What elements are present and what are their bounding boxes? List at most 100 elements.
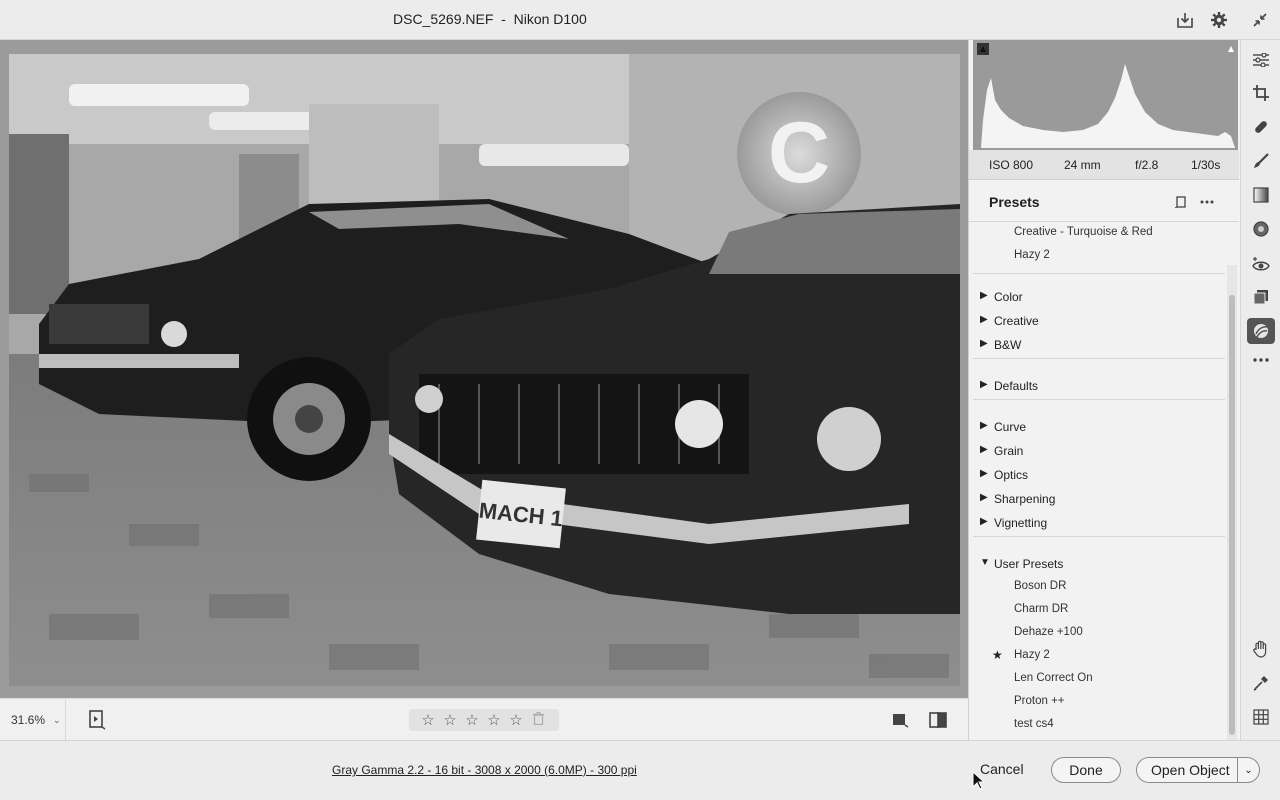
group-label: Grain <box>994 444 1024 458</box>
star-icon[interactable]: ☆ <box>441 711 459 729</box>
preset-group-curve[interactable]: ▶ Curve <box>969 419 1225 437</box>
group-label: Creative <box>994 314 1039 328</box>
preset-group-creative[interactable]: ▶ Creative <box>969 313 1225 331</box>
image-toolbar: 31.6% ⌄ ☆ ☆ ☆ ☆ ☆ <box>0 698 968 741</box>
preset-group-optics[interactable]: ▶ Optics <box>969 467 1225 485</box>
photo-c-badge: C <box>768 105 830 201</box>
open-object-button[interactable]: Open Object ⌄ <box>1136 757 1260 783</box>
expand-triangle-icon: ▶ <box>980 468 988 479</box>
user-preset-item[interactable]: Boson DR <box>1014 580 1066 592</box>
tool-strip <box>1240 40 1280 740</box>
snapshots-icon[interactable] <box>1251 287 1271 307</box>
window-title: DSC_5269.NEF - Nikon D100 <box>393 11 587 27</box>
edit-sliders-icon[interactable] <box>1251 50 1271 70</box>
collapse-triangle-icon: ▼ <box>980 557 990 568</box>
zoom-value: 31.6% <box>11 713 46 727</box>
group-label: Vignetting <box>994 516 1048 530</box>
group-label: User Presets <box>994 557 1064 571</box>
preset-group-color[interactable]: ▶ Color <box>969 289 1225 307</box>
shadow-clipping-icon[interactable] <box>977 42 989 55</box>
filmstrip-toggle-icon[interactable] <box>88 710 106 730</box>
zoom-dropdown[interactable]: 31.6% ⌄ <box>0 699 66 741</box>
highlight-clipping-icon[interactable] <box>1225 42 1237 55</box>
done-button[interactable]: Done <box>1051 757 1121 783</box>
hand-icon[interactable] <box>1251 639 1271 659</box>
group-label: B&W <box>994 338 1022 352</box>
expand-triangle-icon: ▶ <box>980 420 988 431</box>
expand-triangle-icon: ▶ <box>980 290 988 301</box>
presets-scrollbar[interactable] <box>1227 265 1237 740</box>
presets-list: Creative - Turquoise & Red Hazy 2 ▶ Colo… <box>969 223 1225 740</box>
grid-icon[interactable] <box>1251 707 1271 727</box>
radial-filter-icon[interactable] <box>1251 219 1271 239</box>
trash-icon[interactable] <box>533 712 544 728</box>
workflow-options-link[interactable]: Gray Gamma 2.2 - 16 bit - 3008 x 2000 (6… <box>332 763 637 777</box>
before-after-icon[interactable] <box>929 712 947 728</box>
group-label: Sharpening <box>994 492 1056 506</box>
preset-group-user-presets[interactable]: ▼ User Presets <box>969 556 1225 574</box>
histogram <box>973 40 1238 150</box>
red-eye-icon[interactable] <box>1251 254 1271 274</box>
star-icon[interactable]: ☆ <box>485 711 503 729</box>
linear-gradient-icon[interactable] <box>1251 185 1271 205</box>
preset-group-sharpening[interactable]: ▶ Sharpening <box>969 491 1225 509</box>
right-panel: ISO 800 24 mm f/2.8 1/30s Presets Creati… <box>968 40 1240 740</box>
photo-canvas[interactable]: C MACH 1 <box>9 54 960 686</box>
expand-triangle-icon: ▶ <box>980 444 988 455</box>
user-preset-item[interactable]: Hazy 2 <box>1014 649 1050 661</box>
user-preset-item[interactable]: Charm DR <box>1014 603 1068 615</box>
expand-triangle-icon: ▶ <box>980 516 988 527</box>
divider <box>973 358 1225 359</box>
collapse-fullscreen-icon[interactable] <box>1250 10 1270 30</box>
scrollbar-thumb[interactable] <box>1229 295 1235 735</box>
chevron-down-icon: ⌄ <box>53 714 61 725</box>
footer-bar: Gray Gamma 2.2 - 16 bit - 3008 x 2000 (6… <box>0 740 1280 800</box>
star-icon[interactable]: ☆ <box>463 711 481 729</box>
healing-brush-icon[interactable] <box>1251 117 1271 137</box>
settings-gear-icon[interactable] <box>1209 10 1229 30</box>
star-icon[interactable]: ☆ <box>419 711 437 729</box>
divider <box>973 536 1225 537</box>
expand-triangle-icon: ▶ <box>980 314 988 325</box>
divider <box>973 399 1225 400</box>
preset-item[interactable]: Hazy 2 <box>1014 249 1050 261</box>
user-preset-item[interactable]: Dehaze +100 <box>1014 626 1083 638</box>
crop-icon[interactable] <box>1251 83 1271 103</box>
divider <box>973 273 1225 274</box>
exif-shutter: 1/30s <box>1191 157 1221 172</box>
more-icon[interactable] <box>1251 350 1271 370</box>
brush-icon[interactable] <box>1251 151 1271 171</box>
presets-icon[interactable] <box>1247 318 1275 344</box>
preset-group-grain[interactable]: ▶ Grain <box>969 443 1225 461</box>
mouse-cursor-icon <box>972 771 986 790</box>
favorite-star-icon[interactable]: ★ <box>992 648 1003 662</box>
star-icon[interactable]: ☆ <box>507 711 525 729</box>
color-sampler-icon[interactable] <box>1251 673 1271 693</box>
expand-triangle-icon: ▶ <box>980 492 988 503</box>
group-label: Color <box>994 290 1023 304</box>
exif-info-bar: ISO 800 24 mm f/2.8 1/30s <box>969 150 1239 180</box>
expand-triangle-icon: ▶ <box>980 338 988 349</box>
user-preset-item[interactable]: Len Correct On <box>1014 672 1093 684</box>
exif-focal-length: 24 mm <box>1064 157 1101 172</box>
title-bar: DSC_5269.NEF - Nikon D100 <box>0 0 1280 40</box>
preset-group-vignetting[interactable]: ▶ Vignetting <box>969 515 1225 533</box>
single-view-icon[interactable] <box>891 712 909 728</box>
expand-triangle-icon: ▶ <box>980 379 988 390</box>
user-preset-item[interactable]: test cs4 <box>1014 718 1054 730</box>
new-preset-icon[interactable] <box>1173 194 1189 210</box>
user-preset-item[interactable]: Proton ++ <box>1014 695 1065 707</box>
star-rating: ☆ ☆ ☆ ☆ ☆ <box>409 709 559 731</box>
image-preview-area: C MACH 1 <box>0 40 968 698</box>
preset-group-bw[interactable]: ▶ B&W <box>969 337 1225 355</box>
save-image-icon[interactable] <box>1175 10 1195 30</box>
exif-iso: ISO 800 <box>989 157 1034 172</box>
chevron-down-icon[interactable]: ⌄ <box>1237 758 1259 782</box>
more-options-icon[interactable] <box>1199 194 1215 210</box>
preset-group-defaults[interactable]: ▶ Defaults <box>969 378 1225 396</box>
open-object-label: Open Object <box>1151 762 1230 778</box>
group-label: Defaults <box>994 379 1039 393</box>
presets-title: Presets <box>989 193 1040 210</box>
cancel-button[interactable]: Cancel <box>980 761 1024 777</box>
preset-item[interactable]: Creative - Turquoise & Red <box>1014 226 1153 238</box>
